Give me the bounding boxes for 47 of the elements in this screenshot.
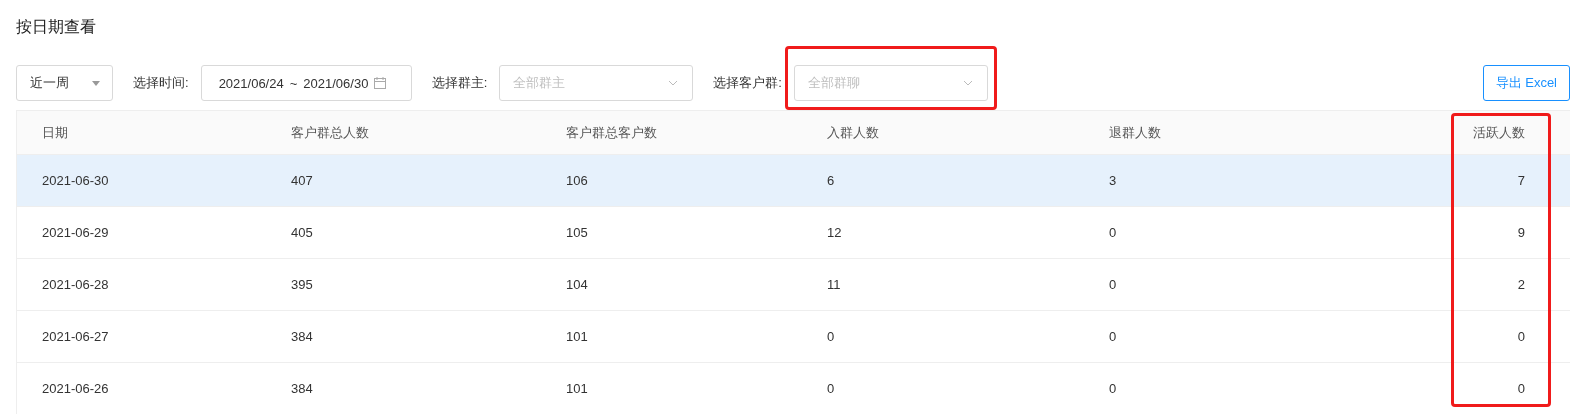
column-header: 客户群总人数 [290, 123, 370, 142]
table-cell-text: 0 [1108, 381, 1118, 396]
table-cell-text: 0 [826, 329, 836, 344]
column-header: 活跃人数 [1472, 123, 1526, 142]
table-cell-text: 12 [826, 225, 843, 240]
table-cell-text: 2 [1516, 277, 1526, 292]
date-range-field[interactable]: 2021/06/24 ~ 2021/06/30 [200, 65, 412, 101]
table-cell-text: 104 [565, 277, 589, 292]
table-cell-text: 2021-06-29 [41, 225, 110, 240]
caret-down-icon [92, 80, 100, 86]
table-cell-text: 395 [290, 277, 314, 292]
period-select[interactable]: 近一周 [16, 65, 113, 101]
table-cell-text: 0 [1108, 277, 1118, 292]
table-cell-text: 101 [565, 381, 589, 396]
table-cell-text: 384 [290, 381, 314, 396]
table-cell-text: 9 [1516, 225, 1526, 240]
table-cell-text: 407 [290, 173, 314, 188]
column-header: 客户群总客户数 [565, 123, 658, 142]
table-cell-text: 2021-06-30 [41, 173, 110, 188]
table-cell-text: 405 [290, 225, 314, 240]
column-header: 退群人数 [1108, 123, 1162, 142]
column-header: 日期 [41, 123, 69, 142]
hovered-row[interactable]: 2021-06-30 407 106 6 3 7 [17, 155, 1570, 207]
table-cell-text: 11 [826, 277, 842, 292]
filter-label: 选择时间: [133, 74, 189, 92]
table-cell-text: 2021-06-28 [41, 277, 110, 292]
column-header: 入群人数 [826, 123, 880, 142]
table-cell-text: 0 [1516, 381, 1526, 396]
table-cell-text: 2021-06-26 [41, 381, 110, 396]
chevron-down-icon [962, 80, 973, 86]
calendar-icon [374, 77, 387, 89]
table-cell-text: 105 [565, 225, 589, 240]
table-cell-text: 384 [290, 329, 314, 344]
table-cell-text: 6 [826, 173, 836, 188]
filter-label: 选择客户群: [713, 74, 782, 92]
table-cell-text: 0 [1108, 329, 1118, 344]
table-cell-text: 106 [565, 173, 589, 188]
table-cell-text: 0 [1108, 225, 1118, 240]
table-cell-text: 2021-06-27 [41, 329, 110, 344]
table-cell-text: 7 [1516, 173, 1526, 188]
table-cell-text: 3 [1108, 173, 1118, 188]
page-title: 按日期查看 [15, 17, 97, 37]
filter-label: 选择群主: [431, 74, 488, 92]
table-cell-text: 0 [1516, 329, 1526, 344]
chevron-down-icon [668, 80, 679, 86]
table-cell-text: 101 [565, 329, 589, 344]
table-cell-text: 0 [826, 381, 836, 396]
